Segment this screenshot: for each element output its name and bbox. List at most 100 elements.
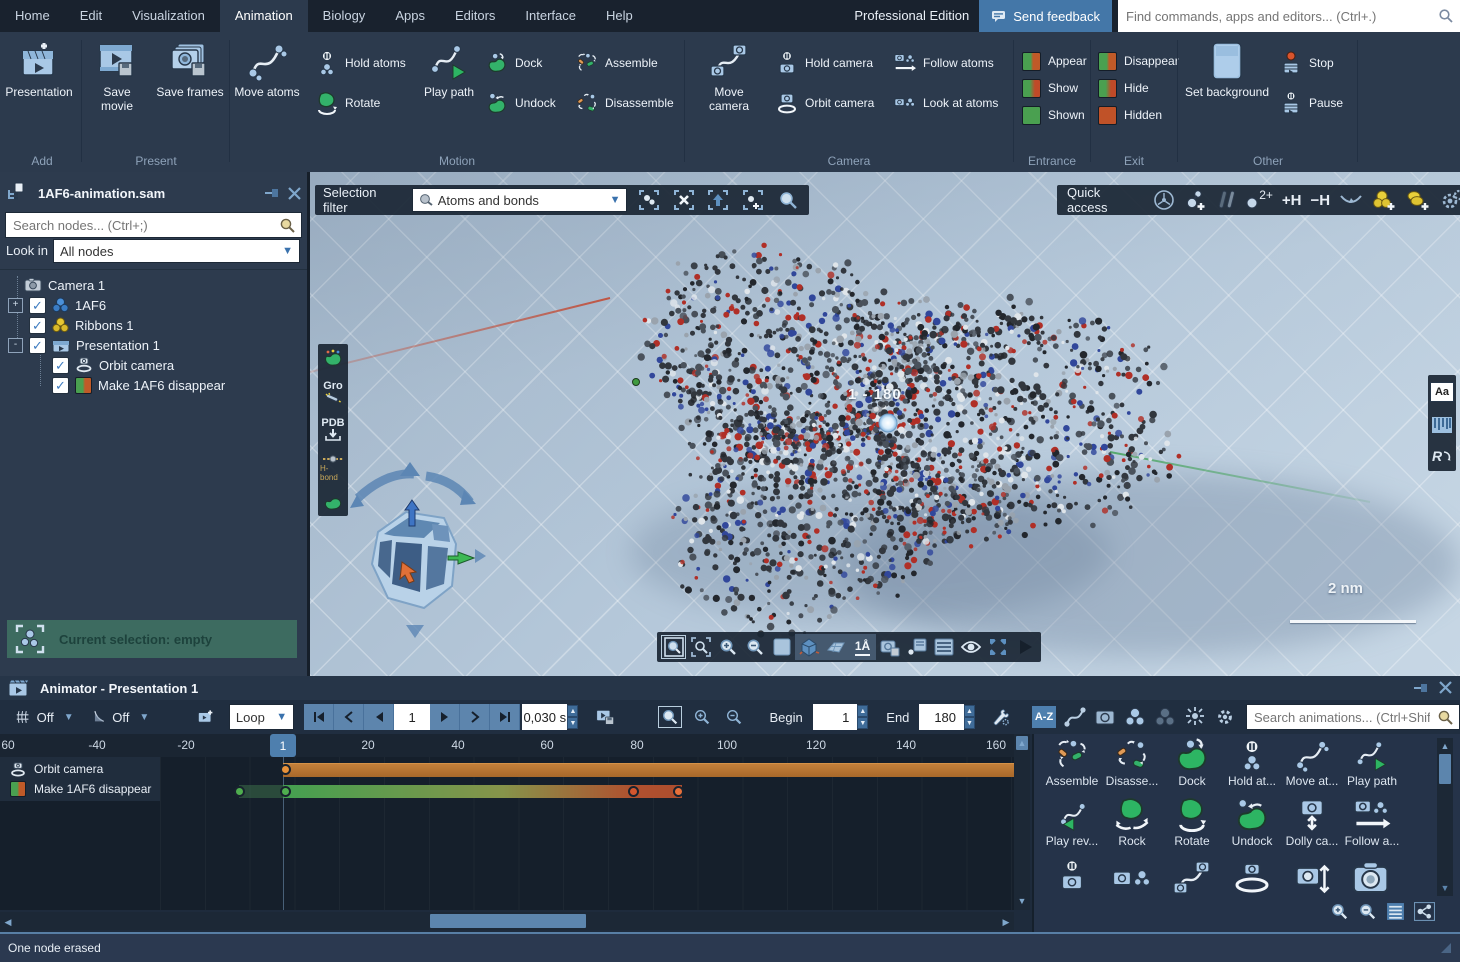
settings-gears-icon[interactable] xyxy=(1440,189,1460,211)
palette-item-rock[interactable]: Rock xyxy=(1102,798,1162,848)
filter-exit-icon[interactable] xyxy=(1154,707,1176,727)
expand-icon[interactable]: + xyxy=(8,298,23,313)
pin-icon[interactable] xyxy=(1413,681,1429,695)
zoom-in-button[interactable] xyxy=(714,634,741,660)
filter-entrance-icon[interactable] xyxy=(1124,707,1146,727)
close-icon[interactable] xyxy=(288,187,301,200)
palette-item-rotate[interactable]: Rotate xyxy=(1162,798,1222,848)
timeline-zoom-in-button[interactable] xyxy=(689,705,715,729)
previous-keyframe-button[interactable] xyxy=(334,704,364,730)
tab-interface[interactable]: Interface xyxy=(510,0,591,32)
play-path-button[interactable]: Play path xyxy=(420,40,478,99)
select-parent-button[interactable] xyxy=(705,187,732,213)
frame-time-spinner[interactable]: ▲▼ xyxy=(567,705,578,729)
periodic-table-icon[interactable] xyxy=(1153,189,1175,211)
disappear-track-bar[interactable] xyxy=(283,785,682,798)
begin-spinner[interactable]: ▲▼ xyxy=(857,705,868,729)
save-movie-button[interactable]: Save movie xyxy=(86,40,148,113)
tab-biology[interactable]: Biology xyxy=(308,0,381,32)
ion-charge-icon[interactable]: 2+ xyxy=(1246,190,1273,210)
grid-snap-icon[interactable] xyxy=(16,707,31,727)
add-atom-icon[interactable] xyxy=(1184,189,1208,211)
palette-item-play-reverse[interactable]: Play rev... xyxy=(1042,798,1102,848)
timeline-zoom-fit-button[interactable] xyxy=(657,705,683,729)
chevron-down-icon[interactable]: ▼ xyxy=(139,712,149,723)
snapshot-button[interactable] xyxy=(876,634,903,660)
tab-animation[interactable]: Animation xyxy=(220,0,308,32)
timeline-zoom-out-button[interactable] xyxy=(721,705,747,729)
add-group-icon[interactable] xyxy=(1372,189,1396,211)
pause-button[interactable]: Pause xyxy=(1280,90,1343,116)
ground-plane-button[interactable] xyxy=(822,634,849,660)
tree-item-ribbons1[interactable]: ✓ Ribbons 1 xyxy=(29,315,134,335)
sort-alphabetical-button[interactable]: A-Z xyxy=(1032,706,1056,728)
palette-item-move-atoms[interactable]: Move at... xyxy=(1282,738,1342,788)
add-groups-icon[interactable] xyxy=(1405,189,1431,211)
palette-item-camera-view[interactable] xyxy=(1342,860,1402,896)
hold-camera-button[interactable]: Hold camera xyxy=(776,50,873,76)
look-at-atoms-button[interactable]: Look at atoms xyxy=(894,90,998,116)
zoom-out-button[interactable] xyxy=(741,634,768,660)
viewport-play-button[interactable] xyxy=(1011,634,1038,660)
navigation-cube[interactable] xyxy=(340,460,490,640)
disappear-button[interactable]: Disappear xyxy=(1098,48,1179,74)
palette-item-assemble[interactable]: Assemble xyxy=(1042,738,1102,788)
track-label-make-disappear[interactable]: Make 1AF6 disappear xyxy=(10,779,151,799)
tree-item-camera1[interactable]: Camera 1 xyxy=(24,275,105,295)
tab-visualization[interactable]: Visualization xyxy=(117,0,220,32)
keyframe-orbit-1[interactable] xyxy=(280,764,291,775)
animation-search[interactable] xyxy=(1246,704,1460,730)
remove-hydrogens-button[interactable]: −H xyxy=(1310,192,1330,209)
add-keyframe-icon[interactable] xyxy=(197,706,215,728)
hold-atoms-button[interactable]: Hold atoms xyxy=(316,50,406,76)
move-atoms-button[interactable]: Move atoms xyxy=(232,40,302,99)
hidden-button[interactable]: Hidden xyxy=(1098,102,1162,128)
tree-item-make-disappear[interactable]: ✓ Make 1AF6 disappear xyxy=(52,375,225,395)
gromacs-wizard-icon[interactable]: Gro xyxy=(320,380,346,404)
legend-button[interactable] xyxy=(930,634,957,660)
keyframe-disappear-minus10[interactable] xyxy=(234,786,245,797)
palette-scrollbar[interactable]: ▲ ▼ xyxy=(1437,738,1453,896)
labels-button[interactable]: Aa xyxy=(1430,382,1454,402)
frame-time-field[interactable]: 0,030 s xyxy=(522,704,567,730)
gear-icon[interactable] xyxy=(1214,706,1236,728)
checkbox-checked[interactable]: ✓ xyxy=(29,337,46,354)
end-spinner[interactable]: ▲▼ xyxy=(964,705,975,729)
timeline-ruler[interactable]: 60 -40 -20 20 40 60 80 100 120 140 160 1 xyxy=(0,734,1014,757)
command-search[interactable] xyxy=(1118,0,1460,32)
go-to-start-button[interactable] xyxy=(304,704,334,730)
disassemble-button[interactable]: Disassemble xyxy=(576,90,674,116)
checkbox-checked[interactable]: ✓ xyxy=(52,377,69,394)
palette-item-undock[interactable]: Undock xyxy=(1222,798,1282,848)
next-keyframe-button[interactable] xyxy=(460,704,490,730)
pdb-download-icon[interactable]: PDB xyxy=(320,417,346,441)
palette-item-dolly-camera[interactable]: Dolly ca... xyxy=(1282,798,1342,848)
hide-button[interactable]: Hide xyxy=(1098,75,1149,101)
viewport-3d[interactable]: 1 - 180 Selection filter Atoms and bonds… xyxy=(310,172,1460,676)
add-to-selection-button[interactable] xyxy=(740,187,767,213)
rotamer-tool-icon[interactable]: R xyxy=(1432,448,1452,464)
select-all-button[interactable] xyxy=(635,187,662,213)
tab-home[interactable]: Home xyxy=(0,0,65,32)
palette-item-orbit-camera[interactable] xyxy=(1222,862,1282,896)
palette-item-move-camera[interactable] xyxy=(1162,858,1222,898)
orbit-camera-button[interactable]: Orbit camera xyxy=(776,90,874,116)
animator-settings-icon[interactable] xyxy=(991,705,1010,729)
minimize-energy-icon[interactable] xyxy=(1339,190,1363,210)
palette-item-play-path[interactable]: Play path xyxy=(1342,738,1402,788)
tree-item-orbit-camera[interactable]: ✓ Orbit camera xyxy=(52,355,174,375)
orbit-camera-track-bar[interactable] xyxy=(283,763,1014,777)
zoom-region-button[interactable] xyxy=(660,634,687,660)
orthographic-view-button[interactable] xyxy=(768,634,795,660)
filter-motion-icon[interactable] xyxy=(1064,706,1086,728)
palette-zoom-out-icon[interactable] xyxy=(1358,902,1377,921)
disappear-track-prebar[interactable] xyxy=(239,785,283,798)
timeline-hscrollbar[interactable]: ◀ ▶ xyxy=(0,912,1014,930)
tab-apps[interactable]: Apps xyxy=(380,0,440,32)
timeline[interactable]: 60 -40 -20 20 40 60 80 100 120 140 160 1… xyxy=(0,734,1014,910)
angle-snap-icon[interactable] xyxy=(92,707,107,727)
export-movie-icon[interactable] xyxy=(596,706,615,728)
save-frames-button[interactable]: Save frames xyxy=(156,40,224,99)
zoom-selection-button[interactable] xyxy=(687,634,714,660)
tab-edit[interactable]: Edit xyxy=(65,0,117,32)
